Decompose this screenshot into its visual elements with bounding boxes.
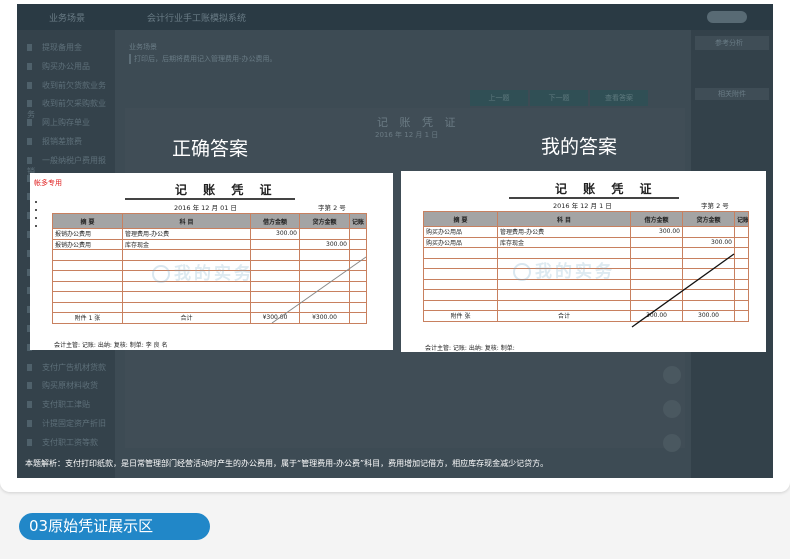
app-screenshot: 业务场景 会计行业手工账模拟系统 提现备用金购买办公用品收到前欠货款业务收到前欠… xyxy=(17,4,773,478)
watermark: 我的实务 xyxy=(513,257,615,282)
screenshot-card: 业务场景 会计行业手工账模拟系统 提现备用金购买办公用品收到前欠货款业务收到前欠… xyxy=(0,0,790,492)
app-topbar: 业务场景 会计行业手工账模拟系统 xyxy=(17,4,773,30)
sidebar-item[interactable]: 一般纳税户费用报销 xyxy=(27,155,113,176)
sidebar-item-icon xyxy=(27,100,32,108)
sidebar-item[interactable]: 支付职工津贴 xyxy=(27,399,113,413)
voucher-footer: 会计主管: 记账: 出纳: 复核: 制单: xyxy=(425,345,515,352)
sidebar-item[interactable]: 购买办公用品 xyxy=(27,61,113,75)
sidebar-item-label: 支付广告机材货款 xyxy=(42,362,106,372)
sidebar-item[interactable]: 购买原材料收货 xyxy=(27,380,113,394)
sidebar-item-label: 购买原材料收货 xyxy=(42,381,98,391)
sidebar-item[interactable]: 支付广告机材货款 xyxy=(27,362,113,376)
my-answer-title: 我的答案 xyxy=(541,136,618,158)
sidebar-item-icon xyxy=(27,62,32,70)
right-panel-header: 参考分析 xyxy=(695,36,769,50)
system-name: 会计行业手工账模拟系统 xyxy=(147,14,247,24)
sidebar-item-label: 收到前欠货款业务 xyxy=(42,80,106,90)
sidebar-item-icon xyxy=(27,401,32,409)
sidebar-item[interactable]: 收到前欠货款业务 xyxy=(27,80,113,94)
sidebar-item-icon xyxy=(27,44,32,51)
sidebar-item[interactable]: 计提固定资产折旧 xyxy=(27,418,113,432)
sidebar-item-label: 计提固定资产折旧 xyxy=(42,419,106,428)
sidebar-item-label: 报销差旅费 xyxy=(42,137,82,146)
my-voucher: 记 账 凭 证 2016 年 12 月 1 日 字第 2 号 摘 要 科 目 借… xyxy=(401,171,766,352)
edit-icon[interactable] xyxy=(663,400,681,418)
sidebar-item-icon xyxy=(27,420,32,427)
sidebar-item-label: 支付职工资等款 xyxy=(42,437,98,447)
sidebar-item-label: 网上购存单业 xyxy=(42,118,90,128)
dim-voucher-title: 记 账 凭 证 xyxy=(377,116,460,129)
dim-voucher-date: 2016 年 12 月 1 日 xyxy=(375,131,439,139)
right-panel-sub[interactable]: 相关附件 xyxy=(695,88,769,100)
correct-voucher: 帐多专用 记 账 凭 证 2016 年 12 月 01 日 字第 2 号 摘 要… xyxy=(30,173,393,350)
user-badge[interactable] xyxy=(707,11,747,23)
sidebar-item[interactable]: 支付职工资等款 xyxy=(27,437,113,451)
sidebar-item[interactable]: 收到前欠采购款业务 xyxy=(27,98,113,119)
sidebar-item-icon xyxy=(27,438,32,446)
task-hint: 打印后，后期将费用记入管理费用-办公费用。 xyxy=(129,54,277,64)
correct-answer-title: 正确答案 xyxy=(172,138,249,160)
file-icon[interactable] xyxy=(663,434,681,452)
sidebar-item-icon xyxy=(27,138,32,145)
sidebar-item[interactable]: 报销差旅费 xyxy=(27,136,113,150)
sidebar-item-icon xyxy=(27,382,32,390)
sidebar-item-icon xyxy=(27,363,32,371)
sidebar-item-icon xyxy=(27,81,32,89)
chat-icon[interactable] xyxy=(663,366,681,384)
sidebar-item-label: 购买办公用品 xyxy=(42,61,90,71)
next-button[interactable]: 下一题 xyxy=(530,90,588,106)
sidebar-item[interactable]: 提现备用金 xyxy=(27,42,113,56)
app-title: 业务场景 xyxy=(49,14,86,24)
answer-analysis: 本题解析：支付打印纸款，是日常管理部门经营活动时产生的办公费用，属于“管理费用-… xyxy=(25,459,549,468)
sidebar-item-label: 提现备用金 xyxy=(42,43,82,52)
voucher-footer: 会计主管: 记账: 出纳: 复核: 制单: 李 良 名 xyxy=(54,342,168,349)
view-answer-button[interactable]: 查看答案 xyxy=(590,90,648,106)
sidebar-item[interactable]: 网上购存单业 xyxy=(27,117,113,131)
watermark: 我的实务 xyxy=(152,259,254,284)
sidebar-item-label: 支付职工津贴 xyxy=(42,400,90,410)
breadcrumb: 业务场景 xyxy=(129,43,157,51)
section-label: 03原始凭证展示区 xyxy=(19,513,210,540)
sidebar-item-icon xyxy=(27,156,32,164)
prev-button[interactable]: 上一题 xyxy=(470,90,528,106)
sidebar-item-icon xyxy=(27,119,32,127)
